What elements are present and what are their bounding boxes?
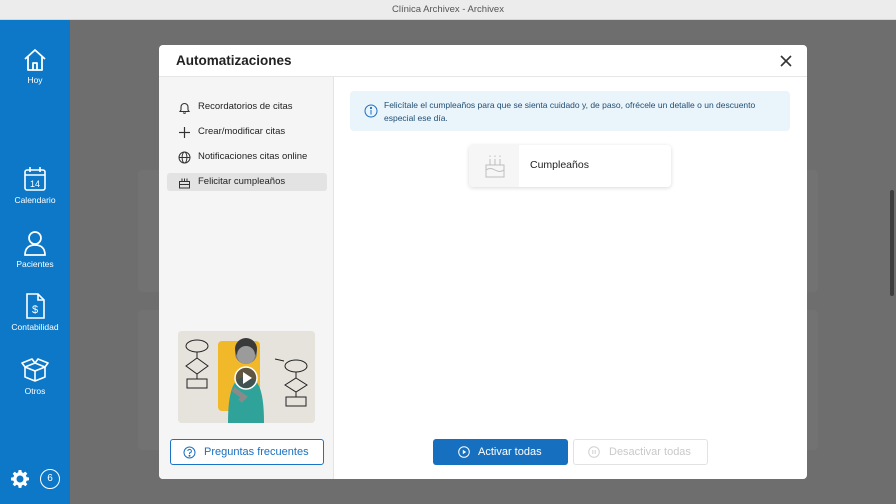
- deactivate-all-button[interactable]: Desactivar todas: [573, 439, 708, 465]
- cake-icon: [179, 178, 190, 189]
- modal-header: Automatizaciones: [159, 45, 807, 77]
- notification-badge[interactable]: 6: [40, 469, 60, 489]
- menu-item-label: Notificaciones citas online: [198, 151, 308, 162]
- calendar-day: 14: [30, 179, 40, 189]
- info-banner: Felicítale el cumpleaños para que se sie…: [350, 91, 790, 131]
- home-icon: [24, 49, 46, 71]
- info-icon: [364, 104, 378, 118]
- menu-item-notificaciones[interactable]: Notificaciones citas online: [167, 148, 327, 166]
- sidebar-item-calendario[interactable]: 14 Calendario: [0, 166, 70, 205]
- faq-label: Preguntas frecuentes: [204, 446, 309, 458]
- menu-item-crear-modificar[interactable]: Crear/modificar citas: [167, 123, 327, 141]
- menu-item-label: Crear/modificar citas: [198, 126, 286, 137]
- sidebar-item-hoy[interactable]: Hoy: [0, 48, 70, 85]
- app-sidebar: Hoy 14 Calendario Pacientes $ Contabilid…: [0, 20, 70, 504]
- automations-modal: Automatizaciones Recordatorios de citas …: [159, 45, 807, 479]
- plus-icon: [179, 127, 190, 138]
- automation-card-cumpleanos[interactable]: Cumpleaños: [469, 145, 671, 187]
- user-icon: [24, 231, 46, 256]
- menu-item-label: Recordatorios de citas: [198, 101, 293, 112]
- sidebar-item-label: Pacientes: [16, 259, 54, 269]
- box-icon: [21, 358, 49, 382]
- sidebar-item-otros[interactable]: Otros: [0, 357, 70, 396]
- menu-item-label: Felicitar cumpleaños: [198, 176, 286, 187]
- deactivate-all-label: Desactivar todas: [609, 446, 691, 458]
- pause-circle-icon: [588, 446, 600, 458]
- help-video-thumbnail[interactable]: [178, 331, 315, 423]
- question-icon: [183, 446, 196, 459]
- modal-title: Automatizaciones: [176, 53, 292, 68]
- sidebar-item-label: Hoy: [27, 75, 43, 85]
- window-title: Clínica Archivex - Archivex: [0, 0, 896, 20]
- sidebar-item-label: Otros: [24, 386, 46, 396]
- bell-icon: [178, 102, 191, 114]
- menu-item-recordatorios[interactable]: Recordatorios de citas: [167, 98, 327, 116]
- info-text: Felicítale el cumpleaños para que se sie…: [384, 100, 756, 123]
- play-circle-icon: [458, 446, 470, 458]
- card-label: Cumpleaños: [530, 159, 589, 171]
- close-icon[interactable]: [778, 53, 794, 69]
- menu-item-felicitar-cumpleanos[interactable]: Felicitar cumpleaños: [167, 173, 327, 191]
- card-icon-area: [469, 145, 519, 187]
- automations-menu: Recordatorios de citas Crear/modificar c…: [159, 77, 334, 479]
- sidebar-item-label: Calendario: [14, 195, 56, 205]
- calendar-icon: 14: [24, 167, 46, 191]
- activate-all-button[interactable]: Activar todas: [433, 439, 568, 465]
- sidebar-item-contabilidad[interactable]: $ Contabilidad: [0, 293, 70, 332]
- video-illustration: [178, 331, 315, 423]
- globe-icon: [178, 151, 191, 164]
- svg-text:$: $: [32, 304, 38, 316]
- scrollbar[interactable]: [890, 190, 894, 296]
- sidebar-item-pacientes[interactable]: Pacientes: [0, 230, 70, 269]
- sidebar-item-label: Contabilidad: [11, 322, 59, 332]
- invoice-dollar-icon: $: [26, 293, 45, 319]
- gear-icon[interactable]: [10, 469, 30, 489]
- activate-all-label: Activar todas: [478, 446, 542, 458]
- cake-icon: [485, 155, 505, 178]
- faq-button[interactable]: Preguntas frecuentes: [170, 439, 324, 465]
